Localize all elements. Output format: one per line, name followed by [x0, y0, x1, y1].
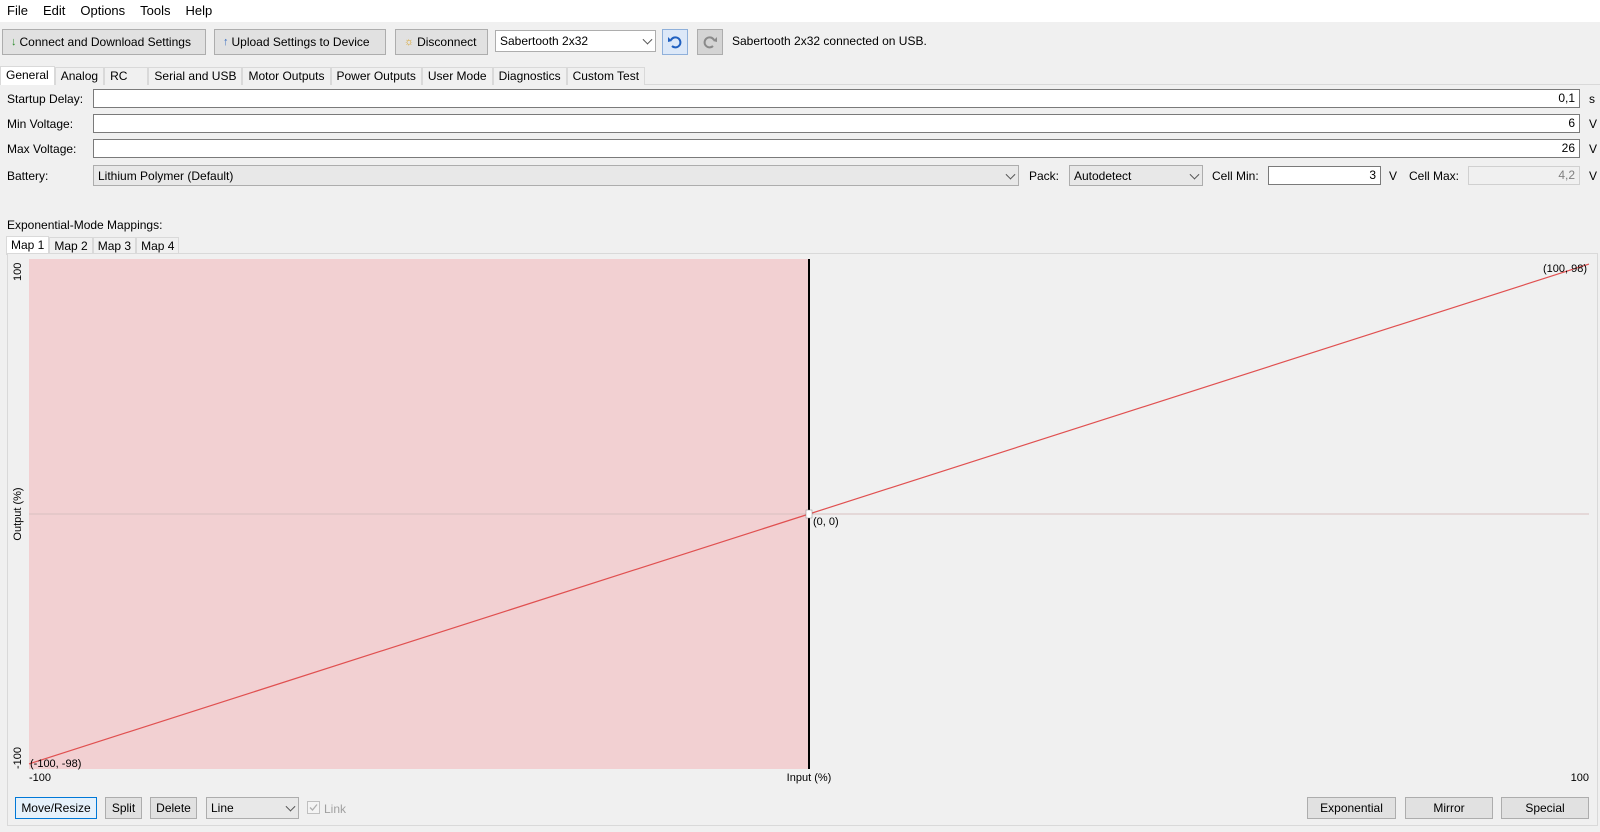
- chevron-down-icon: [642, 34, 653, 45]
- exponential-button[interactable]: Exponential: [1307, 797, 1396, 819]
- link-checkbox[interactable]: [307, 801, 320, 814]
- curve-type-value: Line: [211, 801, 234, 815]
- max-voltage-unit: V: [1589, 142, 1598, 156]
- redo-button[interactable]: [697, 29, 723, 55]
- link-label: Link: [324, 802, 347, 816]
- min-voltage-label: Min Voltage:: [7, 117, 74, 131]
- startup-delay-field[interactable]: 0,1: [93, 89, 1580, 108]
- undo-icon: [668, 36, 682, 49]
- min-voltage-unit: V: [1589, 117, 1598, 131]
- upload-settings-label: Upload Settings to Device: [231, 35, 370, 49]
- min-voltage-row: Min Voltage: 6 V: [0, 114, 1600, 134]
- undo-button[interactable]: [662, 29, 688, 55]
- max-voltage-row: Max Voltage: 26 V: [0, 139, 1600, 159]
- tab-power-outputs[interactable]: Power Outputs: [330, 67, 422, 85]
- menu-edit[interactable]: Edit: [36, 0, 73, 22]
- menu-tools[interactable]: Tools: [133, 0, 178, 22]
- cell-min-label: Cell Min:: [1212, 169, 1259, 183]
- redo-icon: [703, 36, 717, 49]
- battery-select[interactable]: Lithium Polymer (Default): [93, 165, 1019, 186]
- startup-delay-row: Startup Delay: 0,1 s: [0, 89, 1600, 109]
- menu-options[interactable]: Options: [73, 0, 133, 22]
- battery-label: Battery:: [7, 169, 49, 183]
- disconnect-label: Disconnect: [417, 35, 477, 49]
- tab-serial-usb[interactable]: Serial and USB: [148, 67, 243, 85]
- chevron-down-icon: [1189, 169, 1200, 180]
- upload-settings-button[interactable]: ↑ Upload Settings to Device: [214, 29, 386, 55]
- mappings-title: Exponential-Mode Mappings:: [7, 218, 163, 232]
- chevron-down-icon: [285, 801, 296, 812]
- main-tabs: General Analog RC Serial and USB Motor O…: [0, 66, 646, 85]
- tab-user-mode[interactable]: User Mode: [421, 67, 493, 85]
- pack-select[interactable]: Autodetect: [1069, 165, 1203, 186]
- tab-motor-outputs[interactable]: Motor Outputs: [242, 67, 331, 85]
- pack-label: Pack:: [1029, 169, 1060, 183]
- max-voltage-label: Max Voltage:: [7, 142, 77, 156]
- menu-file[interactable]: File: [0, 0, 36, 22]
- disconnect-button[interactable]: ☼ Disconnect: [395, 29, 488, 55]
- chevron-down-icon: [1005, 169, 1016, 180]
- move-resize-button[interactable]: Move/Resize: [15, 797, 97, 819]
- connection-status: Sabertooth 2x32 connected on USB.: [732, 34, 927, 48]
- device-select[interactable]: Sabertooth 2x32: [495, 30, 656, 52]
- min-voltage-field[interactable]: 6: [93, 114, 1580, 133]
- mirror-button[interactable]: Mirror: [1405, 797, 1493, 819]
- device-select-value: Sabertooth 2x32: [500, 34, 589, 48]
- cell-max-label: Cell Max:: [1409, 169, 1460, 183]
- split-button[interactable]: Split: [105, 797, 142, 819]
- startup-delay-label: Startup Delay:: [7, 92, 84, 106]
- connect-download-button[interactable]: ↓ Connect and Download Settings: [2, 29, 206, 55]
- toolbar: ↓ Connect and Download Settings ↑ Upload…: [0, 24, 1600, 58]
- tab-custom-test[interactable]: Custom Test: [566, 67, 646, 85]
- delete-button[interactable]: Delete: [150, 797, 197, 819]
- cell-max-field: 4,2: [1468, 166, 1580, 185]
- pack-select-value: Autodetect: [1074, 168, 1132, 183]
- cell-min-field[interactable]: 3: [1268, 166, 1381, 185]
- tab-analog[interactable]: Analog: [54, 67, 105, 85]
- upload-icon: ↑: [223, 36, 229, 48]
- connect-download-label: Connect and Download Settings: [19, 35, 191, 49]
- max-voltage-field[interactable]: 26: [93, 139, 1580, 158]
- special-button[interactable]: Special: [1501, 797, 1589, 819]
- menu-bar: File Edit Options Tools Help: [0, 0, 1600, 22]
- checkmark-icon: [309, 804, 318, 811]
- startup-delay-unit: s: [1589, 92, 1595, 106]
- tab-diagnostics[interactable]: Diagnostics: [492, 67, 567, 85]
- cell-min-unit: V: [1389, 169, 1398, 183]
- tab-rc[interactable]: RC: [104, 67, 149, 85]
- map-panel: [7, 253, 1598, 826]
- battery-select-value: Lithium Polymer (Default): [98, 168, 234, 183]
- cell-max-unit: V: [1589, 169, 1598, 183]
- tab-general[interactable]: General: [0, 66, 55, 85]
- curve-type-select[interactable]: Line: [206, 797, 299, 819]
- menu-help[interactable]: Help: [179, 0, 221, 22]
- disconnect-icon: ☼: [404, 36, 415, 48]
- download-icon: ↓: [11, 36, 17, 48]
